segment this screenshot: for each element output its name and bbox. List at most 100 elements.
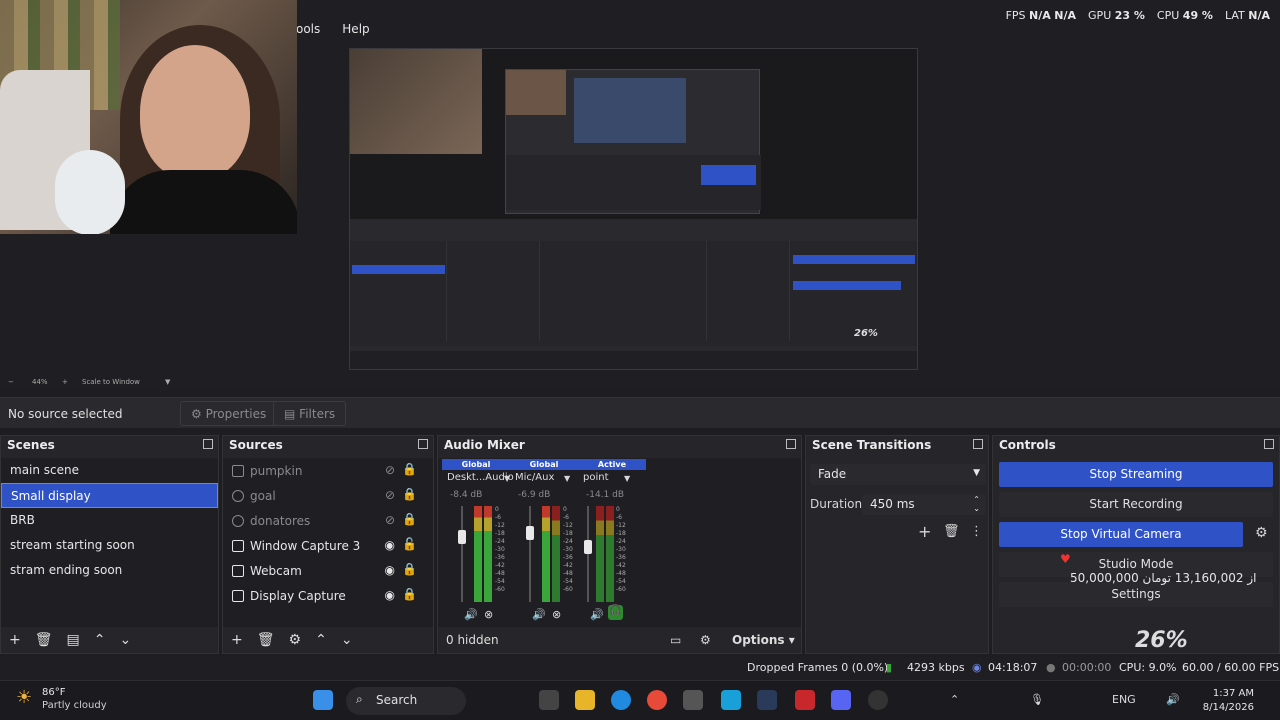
- chevron-up-icon[interactable]: ⌃: [315, 632, 327, 648]
- steam-icon[interactable]: [757, 690, 777, 710]
- undock-icon[interactable]: [418, 439, 428, 449]
- gear-icon[interactable]: ⚙: [289, 632, 302, 648]
- weather-icon[interactable]: ☀: [16, 687, 32, 708]
- chevron-up-icon[interactable]: ⌃: [950, 693, 959, 706]
- volume-fader[interactable]: [587, 506, 589, 602]
- monitor-off-icon[interactable]: ⊗: [484, 608, 493, 621]
- filters-button[interactable]: ▤ Filters: [273, 401, 347, 426]
- chevron-down-icon[interactable]: ▼: [564, 474, 570, 483]
- scene-item[interactable]: stream starting soon: [1, 533, 218, 558]
- source-item[interactable]: Webcam ◉ 🔒: [223, 558, 433, 583]
- layout-icon[interactable]: ▭: [670, 633, 681, 647]
- volume-icon[interactable]: 🔊: [1166, 693, 1180, 706]
- monitor-off-icon[interactable]: ⊗: [552, 608, 561, 621]
- unlock-icon[interactable]: 🔓: [402, 537, 417, 551]
- source-item[interactable]: pumpkin ⊘ 🔒: [223, 458, 433, 483]
- gear-icon[interactable]: ⚙: [700, 633, 711, 647]
- eye-icon[interactable]: ◉: [385, 588, 395, 602]
- fader-knob[interactable]: [584, 540, 592, 554]
- volume-fader[interactable]: [529, 506, 531, 602]
- undock-icon[interactable]: [1264, 439, 1274, 449]
- zoom-out-icon[interactable]: −: [8, 378, 14, 386]
- source-item[interactable]: Window Capture 3 ◉ 🔓: [223, 533, 433, 558]
- app-icon[interactable]: [721, 690, 741, 710]
- scene-item[interactable]: BRB: [1, 508, 218, 533]
- scale-to-window[interactable]: Scale to Window: [82, 378, 140, 386]
- trash-icon[interactable]: 🗑: [35, 632, 53, 648]
- chevron-up-icon[interactable]: ⌃: [94, 632, 106, 648]
- app-red-icon[interactable]: [795, 690, 815, 710]
- eye-hidden-icon[interactable]: ⊘: [385, 463, 395, 477]
- settings-button[interactable]: Settings: [999, 582, 1273, 607]
- chevron-down-icon[interactable]: ⌄: [119, 632, 131, 648]
- stepper-icon[interactable]: ⌃ ⌄: [973, 495, 980, 513]
- menu-help[interactable]: Help: [342, 22, 369, 36]
- zoom-in-icon[interactable]: +: [62, 378, 68, 386]
- eye-icon[interactable]: ◉: [385, 563, 395, 577]
- task-view-icon[interactable]: [539, 690, 559, 710]
- windows-start-icon[interactable]: [313, 690, 333, 710]
- taskbar-search[interactable]: ⌕ Search: [346, 687, 466, 715]
- speaker-icon[interactable]: 🔊: [532, 608, 546, 621]
- chevron-down-icon[interactable]: ⌄: [341, 632, 353, 648]
- chevron-down-icon[interactable]: ▼: [624, 474, 630, 483]
- discord-icon[interactable]: [831, 690, 851, 710]
- taskbar-clock[interactable]: 1:37 AM 8/14/2026: [1203, 687, 1254, 715]
- stop-streaming-button[interactable]: Stop Streaming: [999, 462, 1273, 487]
- speaker-icon[interactable]: 🔊: [590, 608, 604, 621]
- weather-condition[interactable]: Partly cloudy: [42, 700, 107, 711]
- duration-input[interactable]: 450 ms ⌃ ⌄: [862, 494, 986, 515]
- add-icon[interactable]: +: [918, 522, 931, 541]
- stop-virtual-camera-button[interactable]: Stop Virtual Camera: [999, 522, 1243, 547]
- lock-icon[interactable]: 🔒: [402, 512, 417, 526]
- add-icon[interactable]: +: [9, 632, 21, 648]
- properties-button[interactable]: ⚙ Properties: [180, 401, 278, 426]
- eye-icon[interactable]: ◉: [385, 538, 395, 552]
- undock-icon[interactable]: [973, 439, 983, 449]
- weather-temp[interactable]: 86°F: [42, 687, 65, 698]
- source-item[interactable]: goal ⊘ 🔒: [223, 483, 433, 508]
- options-label: Options: [732, 633, 785, 647]
- add-icon[interactable]: +: [231, 632, 243, 648]
- lock-icon[interactable]: 🔒: [402, 562, 417, 576]
- menu-tools[interactable]: ools: [296, 22, 320, 36]
- volume-fader[interactable]: [461, 506, 463, 602]
- eye-hidden-icon[interactable]: ⊘: [385, 488, 395, 502]
- source-item[interactable]: donatores ⊘ 🔒: [223, 508, 433, 533]
- language-indicator[interactable]: ENG: [1112, 693, 1136, 706]
- trash-icon[interactable]: 🗑: [257, 632, 275, 648]
- trash-icon[interactable]: 🗑: [943, 524, 960, 539]
- cpu-usage: CPU: 9.0%: [1119, 661, 1177, 674]
- mic-icon[interactable]: 🎙: [1030, 693, 1044, 706]
- undock-icon[interactable]: [786, 439, 796, 449]
- program-preview[interactable]: [349, 48, 918, 370]
- file-explorer-icon[interactable]: [575, 690, 595, 710]
- mixer-channel-desktop: Global Deskt...Audio ▼ -8.4 dB 0 -6 -12 -18…: [442, 458, 514, 628]
- scene-item-selected[interactable]: Small display: [1, 483, 218, 508]
- filter-icon[interactable]: ▤: [67, 632, 80, 648]
- zoom-dropdown-icon[interactable]: ▼: [165, 378, 170, 386]
- fps-stat: FPS N/A N/A: [1006, 9, 1076, 22]
- fader-knob[interactable]: [458, 530, 466, 544]
- lock-icon[interactable]: 🔒: [402, 587, 417, 601]
- start-recording-button[interactable]: Start Recording: [999, 492, 1273, 517]
- chrome-icon[interactable]: [647, 690, 667, 710]
- lock-icon[interactable]: 🔒: [402, 462, 417, 476]
- options-button[interactable]: Options ▾: [732, 633, 795, 647]
- headphones-icon[interactable]: 🎧: [608, 605, 623, 620]
- transition-select[interactable]: Fade ▼: [810, 464, 986, 485]
- lock-icon[interactable]: 🔒: [402, 487, 417, 501]
- scale-tick: -24: [563, 538, 573, 545]
- scene-item[interactable]: main scene: [1, 458, 218, 483]
- scene-item[interactable]: stram ending soon: [1, 558, 218, 583]
- source-item[interactable]: Display Capture ◉ 🔒: [223, 583, 433, 608]
- eye-hidden-icon[interactable]: ⊘: [385, 513, 395, 527]
- edge-icon[interactable]: [611, 690, 631, 710]
- fader-knob[interactable]: [526, 526, 534, 540]
- undock-icon[interactable]: [203, 439, 213, 449]
- obs-icon[interactable]: [868, 690, 888, 710]
- store-icon[interactable]: [683, 690, 703, 710]
- speaker-icon[interactable]: 🔊: [464, 608, 478, 621]
- more-icon[interactable]: ⋮: [970, 524, 983, 539]
- gear-icon[interactable]: ⚙: [1255, 525, 1268, 541]
